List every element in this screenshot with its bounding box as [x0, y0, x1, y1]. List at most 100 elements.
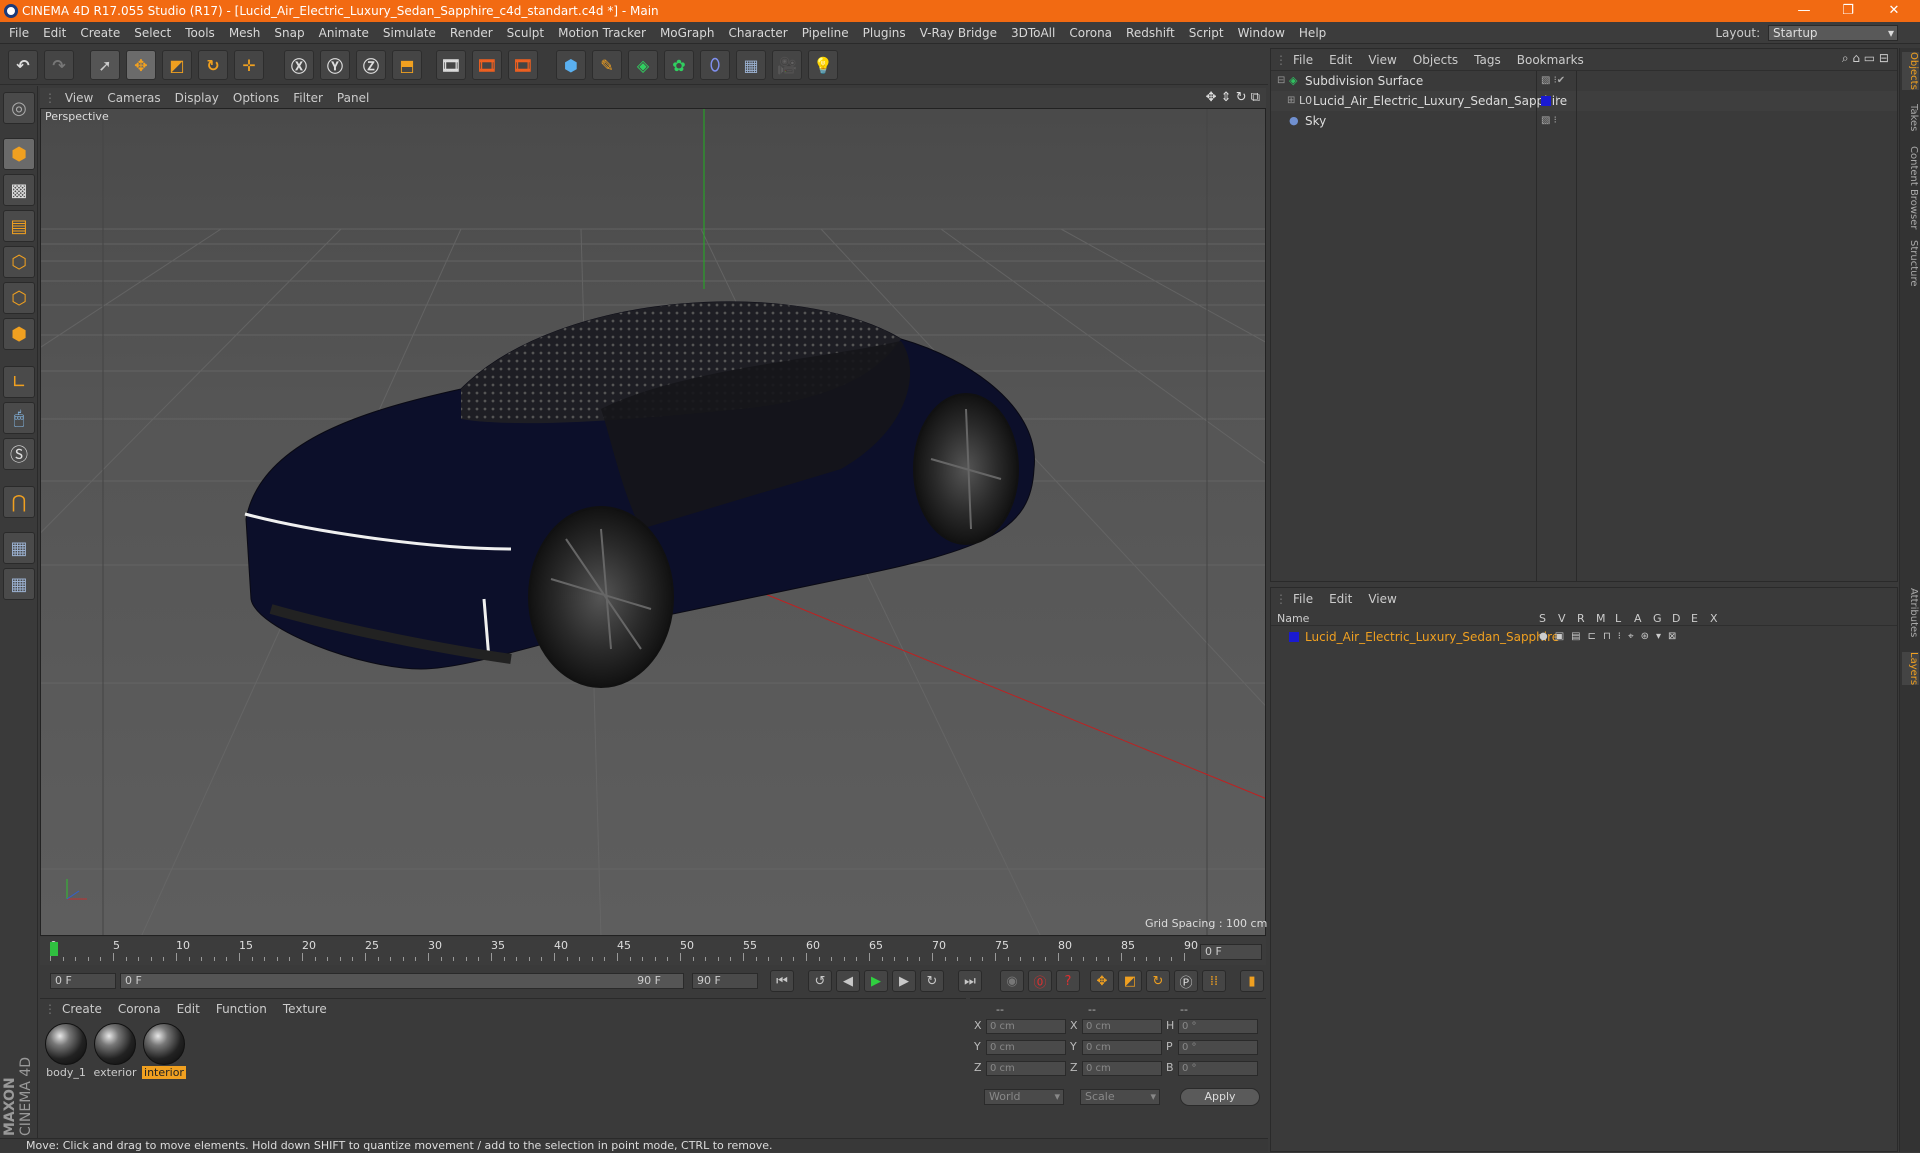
z-axis-lock-icon[interactable]: Ⓩ [356, 50, 386, 80]
layer-flag-icons[interactable]: ●▣▤⊏⊓⁝⌖⊛▾⊠ [1539, 628, 1683, 646]
tab-attributes[interactable]: Attributes [1902, 588, 1919, 637]
menu-plugins[interactable]: Plugins [856, 22, 913, 44]
size-mode-dropdown[interactable]: Scale ▾ [1080, 1089, 1160, 1105]
menu-mesh[interactable]: Mesh [222, 22, 268, 44]
start-frame-field[interactable]: 0 F [50, 973, 116, 989]
menu-redshift[interactable]: Redshift [1119, 22, 1182, 44]
object-visibility-icons[interactable]: ▧ ⁝✔ [1541, 71, 1565, 91]
render-view-icon[interactable]: 🎞 [436, 50, 466, 80]
size-field[interactable]: 0 cm [1082, 1019, 1162, 1034]
current-frame-field[interactable]: 0 F [1200, 944, 1262, 960]
layer-row[interactable]: Lucid_Air_Electric_Luxury_Sedan_Sapphire… [1271, 628, 1897, 646]
deformer-icon[interactable]: ⬯ [700, 50, 730, 80]
object-menu-view[interactable]: View [1360, 49, 1404, 71]
menu-pipeline[interactable]: Pipeline [795, 22, 856, 44]
menu-corona[interactable]: Corona [1062, 22, 1119, 44]
coord-mode-dropdown[interactable]: World ▾ [984, 1089, 1064, 1105]
material-menu-edit[interactable]: Edit [169, 999, 208, 1019]
material-swatch[interactable]: exterior [93, 1023, 137, 1079]
key-rotation-icon[interactable]: ↻ [1146, 970, 1170, 992]
workplane-mode-icon[interactable]: ▤ [3, 210, 35, 242]
menu-character[interactable]: Character [721, 22, 794, 44]
object-row[interactable]: ● Sky ▧ ⁝ [1271, 111, 1897, 131]
object-menu-objects[interactable]: Objects [1405, 49, 1466, 71]
tab-layers[interactable]: Layers [1902, 652, 1919, 686]
points-mode-icon[interactable]: ⬡ [3, 246, 35, 278]
undo-icon[interactable]: ↶ [8, 50, 38, 80]
maximize-button[interactable]: ❐ [1826, 0, 1870, 22]
object-row[interactable]: ⊟ ◈ Subdivision Surface ▧ ⁝✔ [1271, 71, 1897, 91]
polygons-mode-icon[interactable]: ⬢ [3, 318, 35, 350]
viewport-menu-display[interactable]: Display [168, 88, 226, 108]
tab-structure[interactable]: Structure [1902, 240, 1919, 287]
layer-menu-edit[interactable]: Edit [1321, 588, 1360, 610]
live-transform-icon[interactable]: ✛ [234, 50, 264, 80]
material-menu-create[interactable]: Create [54, 999, 110, 1019]
object-menu-bookmarks[interactable]: Bookmarks [1509, 49, 1592, 71]
tab-takes[interactable]: Takes [1902, 104, 1919, 131]
viewport-menu-options[interactable]: Options [226, 88, 286, 108]
viewport-menu-panel[interactable]: Panel [330, 88, 376, 108]
playhead[interactable] [50, 942, 58, 956]
object-menu-tags[interactable]: Tags [1466, 49, 1509, 71]
menu-v-ray-bridge[interactable]: V-Ray Bridge [913, 22, 1004, 44]
cube-primitive-icon[interactable]: ⬢ [556, 50, 586, 80]
tweak-mode-icon[interactable]: 🖱 [3, 402, 35, 434]
key-parameter-icon[interactable]: Ⓟ [1174, 970, 1198, 992]
material-menu-function[interactable]: Function [208, 999, 275, 1019]
y-axis-lock-icon[interactable]: Ⓨ [320, 50, 350, 80]
end-frame-field[interactable]: 90 F [692, 973, 758, 989]
previous-frame-icon[interactable]: ◀ [836, 970, 860, 992]
rotation-field[interactable]: 0 ° [1178, 1019, 1258, 1034]
menu-help[interactable]: Help [1292, 22, 1333, 44]
record-keys-icon[interactable]: ◉ [1000, 970, 1024, 992]
viewport-menu-view[interactable]: View [58, 88, 100, 108]
render-settings-icon[interactable]: 🎞 [508, 50, 538, 80]
menu-animate[interactable]: Animate [312, 22, 376, 44]
object-row[interactable]: ⊞ L0 Lucid_Air_Electric_Luxury_Sedan_Sapph… [1271, 91, 1897, 111]
menu-select[interactable]: Select [127, 22, 178, 44]
magnet-icon[interactable]: ⋂ [3, 486, 35, 518]
redo-icon[interactable]: ↷ [44, 50, 74, 80]
tab-content-browser[interactable]: Content Browser [1902, 146, 1919, 229]
go-to-end-icon[interactable]: ⏭ [958, 970, 982, 992]
tab-objects[interactable]: Objects [1902, 52, 1919, 90]
viewport-menu-cameras[interactable]: Cameras [100, 88, 167, 108]
object-visibility-icons[interactable]: ⁝ [1555, 91, 1558, 111]
x-axis-lock-icon[interactable]: Ⓧ [284, 50, 314, 80]
previous-key-icon[interactable]: ↺ [808, 970, 832, 992]
next-frame-icon[interactable]: ▶ [892, 970, 916, 992]
layout-dropdown[interactable]: Startup ▾ [1768, 25, 1898, 41]
layer-menu-file[interactable]: File [1285, 588, 1321, 610]
move-icon[interactable]: ✥ [126, 50, 156, 80]
edges-mode-icon[interactable]: ⬡ [3, 282, 35, 314]
material-menu-texture[interactable]: Texture [275, 999, 335, 1019]
layer-color-swatch[interactable] [1289, 632, 1299, 642]
close-button[interactable]: ✕ [1872, 0, 1916, 22]
snap-icon[interactable]: Ⓢ [3, 438, 35, 470]
material-swatch[interactable]: interior [142, 1023, 186, 1079]
menu-render[interactable]: Render [443, 22, 500, 44]
menu-create[interactable]: Create [73, 22, 127, 44]
menu-mograph[interactable]: MoGraph [653, 22, 722, 44]
subdivision-icon[interactable]: ◈ [628, 50, 658, 80]
object-visibility-icons[interactable]: ▧ ⁝ [1541, 111, 1557, 131]
mograph-cloner-icon[interactable]: ✿ [664, 50, 694, 80]
3d-viewport[interactable] [40, 108, 1266, 936]
apply-button[interactable]: Apply [1180, 1088, 1260, 1106]
menu-file[interactable]: File [2, 22, 36, 44]
position-field[interactable]: 0 cm [986, 1061, 1066, 1076]
floor-icon[interactable]: ▦ [736, 50, 766, 80]
grid-icon[interactable]: ▦ [3, 568, 35, 600]
object-menu-file[interactable]: File [1285, 49, 1321, 71]
material-menu-corona[interactable]: Corona [110, 999, 169, 1019]
timeline-window-icon[interactable]: ▮ [1240, 970, 1264, 992]
rotation-field[interactable]: 0 ° [1178, 1040, 1258, 1055]
autokey-icon[interactable]: ⓪ [1028, 970, 1052, 992]
menu-edit[interactable]: Edit [36, 22, 73, 44]
viewport-menu-filter[interactable]: Filter [286, 88, 330, 108]
position-field[interactable]: 0 cm [986, 1019, 1066, 1034]
objmgr-search-home-icons[interactable]: ⌕ ⌂ ▭ ⊟ [1842, 51, 1889, 66]
spline-pen-icon[interactable]: ✎ [592, 50, 622, 80]
expand-icon[interactable]: ⊟ [1277, 71, 1285, 91]
